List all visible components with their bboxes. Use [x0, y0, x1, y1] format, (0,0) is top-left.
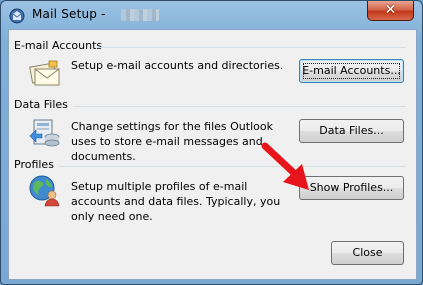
mail-setup-window: Mail Setup - ✕ E-mail Accounts Setup e-m… [0, 0, 423, 285]
envelopes-icon [29, 60, 60, 86]
data-files-icon [29, 119, 60, 147]
profiles-icon [29, 175, 60, 207]
window-title: Mail Setup - [32, 7, 106, 21]
dialog-client-area: E-mail Accounts Setup e-mail accounts an… [8, 29, 417, 280]
red-annotation-arrow-icon [261, 142, 309, 190]
data-files-button[interactable]: Data Files... [299, 119, 404, 143]
focus-rectangle [303, 63, 400, 79]
redacted-profile-name [121, 9, 159, 21]
data-files-button-label: Data Files... [319, 124, 384, 137]
data-files-divider [73, 106, 406, 107]
profiles-section-label: Profiles [14, 158, 54, 171]
close-button-label: Close [352, 246, 383, 259]
mail-setup-app-icon [9, 8, 25, 24]
email-accounts-button[interactable]: E-mail Accounts... [299, 59, 404, 83]
close-button[interactable]: Close [331, 241, 404, 265]
email-accounts-description: Setup e-mail accounts and directories. [71, 59, 284, 72]
title-bar[interactable]: Mail Setup - ✕ [1, 1, 422, 29]
data-files-section-label: Data Files [14, 98, 68, 111]
window-close-button[interactable]: ✕ [367, 1, 414, 21]
show-profiles-button-label: Show Profiles... [309, 181, 394, 194]
email-accounts-divider [97, 47, 406, 48]
email-accounts-section-label: E-mail Accounts [14, 39, 103, 52]
close-icon: ✕ [384, 2, 397, 18]
profiles-divider [59, 166, 406, 167]
